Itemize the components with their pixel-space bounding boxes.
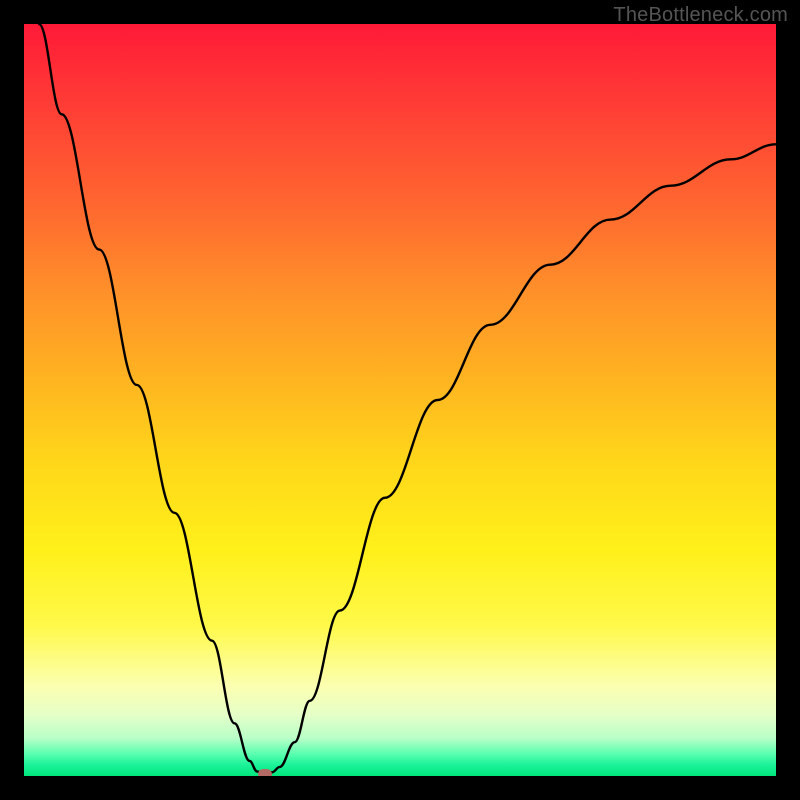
chart-frame: TheBottleneck.com <box>0 0 800 800</box>
plot-area <box>24 24 776 776</box>
watermark-text: TheBottleneck.com <box>613 4 788 27</box>
minimum-marker <box>258 769 272 776</box>
bottleneck-curve <box>24 24 776 776</box>
